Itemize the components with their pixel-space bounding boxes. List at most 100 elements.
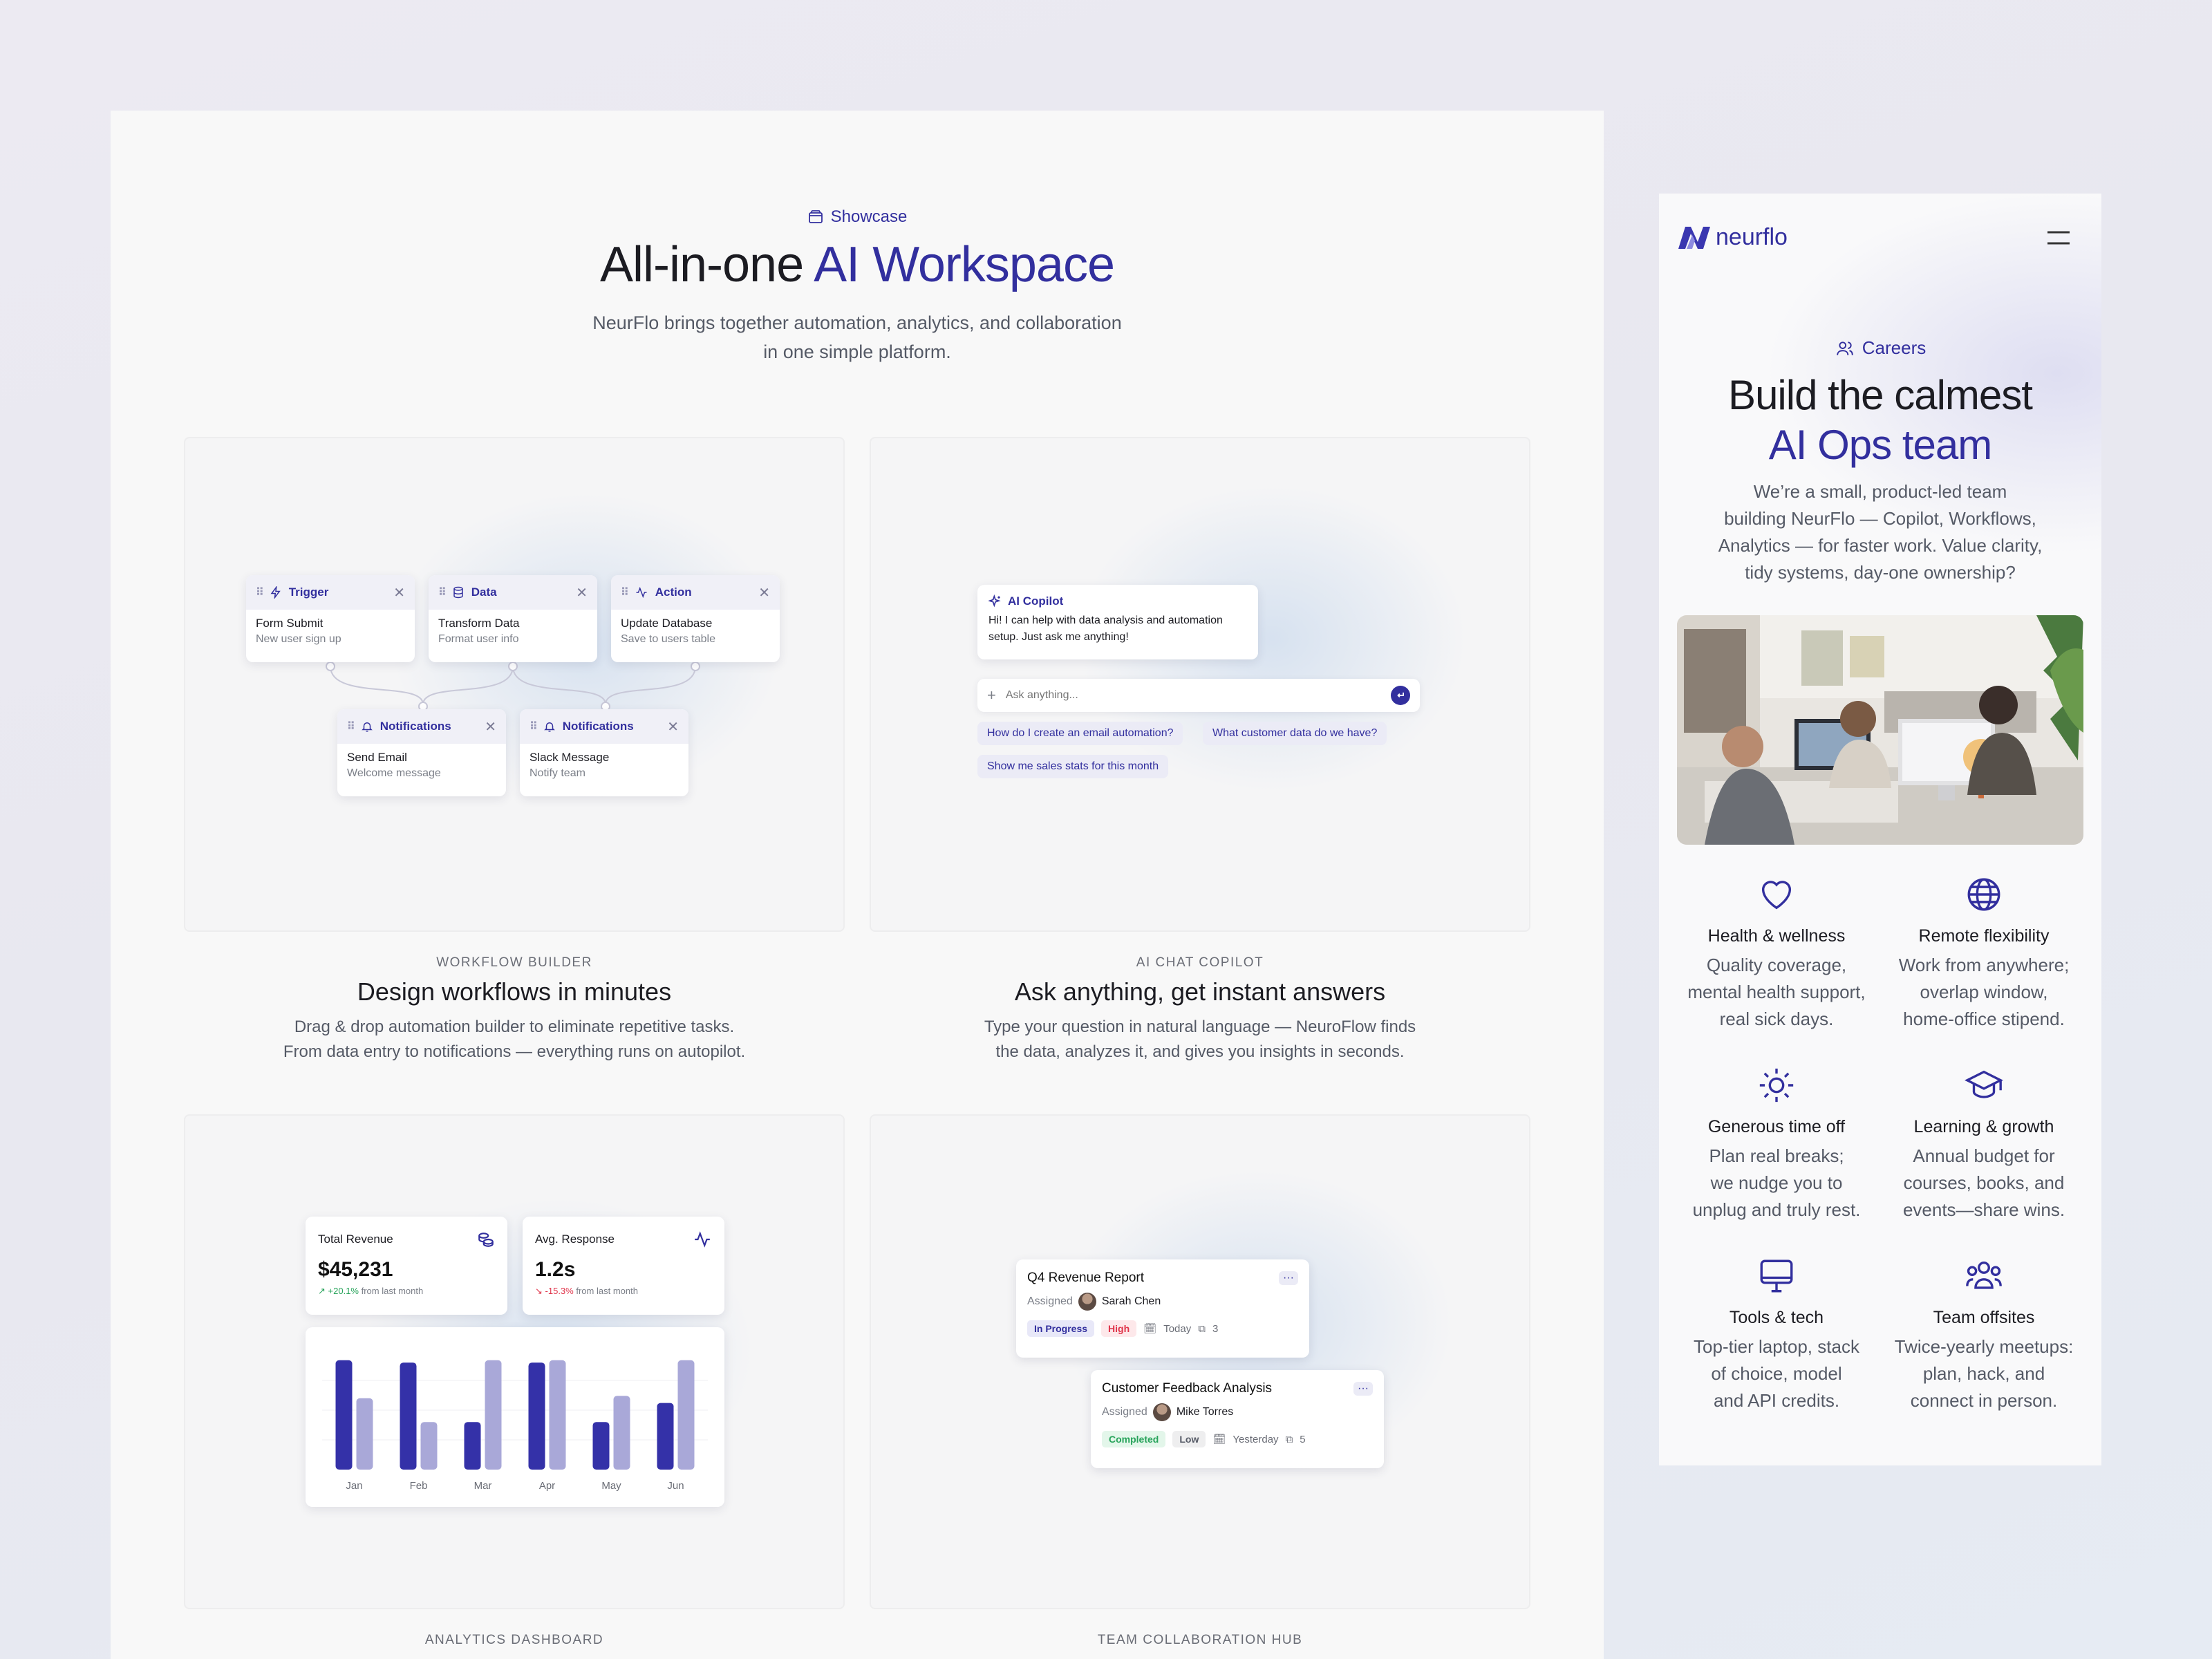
- benefit-line: home-office stipend.: [1903, 1009, 2065, 1029]
- status-badge: Completed: [1102, 1431, 1166, 1447]
- close-icon[interactable]: ✕: [667, 718, 679, 735]
- chart-x-tick-label: Mar: [474, 1480, 492, 1492]
- send-button[interactable]: [1391, 686, 1410, 705]
- benefit-offsites: Team offsites Twice-yearly meetups: plan,…: [1880, 1254, 2088, 1414]
- chart-bar: [549, 1360, 566, 1470]
- drag-handle-icon[interactable]: ⠿: [529, 720, 538, 733]
- menu-button[interactable]: [2046, 228, 2071, 251]
- sun-icon: [1759, 1068, 1794, 1103]
- more-options-button[interactable]: ···: [1353, 1382, 1373, 1396]
- chart-bar: [400, 1362, 417, 1470]
- drag-handle-icon[interactable]: ⠿: [438, 585, 447, 599]
- chart-x-tick-label: Feb: [410, 1480, 428, 1492]
- workflow-node-subtitle: Notify team: [529, 767, 585, 779]
- stat-delta-suffix: from last month: [576, 1286, 638, 1296]
- chart-bar: [613, 1396, 630, 1470]
- stat-label: Avg. Response: [535, 1232, 615, 1246]
- workflow-node-trigger[interactable]: ⠿ Trigger ✕ Form Submit New user sign up: [246, 575, 415, 662]
- benefit-line: Annual budget for: [1913, 1145, 2055, 1166]
- workflow-node-slack[interactable]: ⠿ Notifications ✕ Slack Message Notify tea…: [520, 709, 688, 796]
- plus-icon[interactable]: +: [987, 686, 996, 704]
- close-icon[interactable]: ✕: [576, 584, 588, 601]
- comment-count: 3: [1212, 1322, 1219, 1335]
- copilot-label: AI Copilot: [1008, 594, 1064, 608]
- workflow-node-type: Notifications: [562, 720, 634, 733]
- workflow-node-type: Notifications: [379, 720, 451, 733]
- analytics-card: Total Revenue $45,231 ↗ +20.1% from last…: [184, 1114, 845, 1609]
- bell-icon: [543, 722, 555, 732]
- suggestion-chip[interactable]: How do I create an email automation?: [977, 722, 1183, 745]
- stat-value: $45,231: [318, 1258, 393, 1281]
- workflow-node-action[interactable]: ⠿ Action ✕ Update Database Save to users t…: [611, 575, 780, 662]
- workflow-node-title: Form Submit: [256, 617, 324, 630]
- collaboration-card: Q4 Revenue Report ··· Assigned Sarah Chen…: [870, 1114, 1530, 1609]
- workflow-node-subtitle: Save to users table: [621, 633, 715, 645]
- bell-icon: [361, 722, 373, 732]
- drag-handle-icon[interactable]: ⠿: [256, 585, 264, 599]
- bar-chart-card: Jan Feb Mar Apr May Jun: [306, 1327, 724, 1507]
- workflow-node-data[interactable]: ⠿ Data ✕ Transform Data Format user info: [429, 575, 597, 662]
- benefit-line: courses, books, and: [1903, 1172, 2065, 1193]
- chat-input[interactable]: [1005, 689, 1381, 702]
- suggestion-chip[interactable]: What customer data do we have?: [1203, 722, 1387, 745]
- feature-description-line: From data entry to notifications — every…: [283, 1042, 746, 1061]
- chart-bar: [464, 1422, 481, 1470]
- team-photo: [1677, 615, 2083, 845]
- workflow-node-email[interactable]: ⠿ Notifications ✕ Send Email Welcome messa…: [337, 709, 506, 796]
- comment-count: 5: [1300, 1433, 1306, 1445]
- benefit-title: Remote flexibility: [1918, 926, 2050, 946]
- benefit-time-off: Generous time off Plan real breaks; we nu…: [1673, 1063, 1880, 1224]
- benefit-learning: Learning & growth Annual budget for cours…: [1880, 1063, 2088, 1224]
- workflow-node-subtitle: New user sign up: [256, 633, 341, 645]
- workflow-node-subtitle: Format user info: [438, 633, 519, 645]
- chart-bar: [592, 1422, 610, 1470]
- chart-x-tick-label: May: [601, 1480, 621, 1492]
- benefit-line: mental health support,: [1687, 982, 1866, 1002]
- workflow-connectors: [326, 662, 700, 711]
- benefit-title: Team offsites: [1933, 1308, 2035, 1327]
- task-title: Q4 Revenue Report: [1027, 1271, 1144, 1285]
- assigned-label: Assigned: [1027, 1295, 1073, 1307]
- showcase-title: All-in-one AI Workspace: [111, 236, 1604, 293]
- benefit-line: Quality coverage,: [1706, 955, 1847, 975]
- team-photo-illustration: [1677, 615, 2083, 845]
- careers-eyebrow-label: Careers: [1862, 337, 1927, 358]
- monitor-icon: [1760, 1259, 1793, 1293]
- more-options-button[interactable]: ···: [1279, 1271, 1298, 1285]
- stat-delta-value: +20.1%: [328, 1286, 359, 1296]
- workflow-node-type: Data: [471, 585, 497, 599]
- suggestion-chip[interactable]: Show me sales stats for this month: [977, 755, 1169, 778]
- task-card[interactable]: Q4 Revenue Report ··· Assigned Sarah Chen…: [1016, 1259, 1309, 1358]
- close-icon[interactable]: ✕: [758, 584, 770, 601]
- benefit-line: Top-tier laptop, stack: [1694, 1336, 1859, 1357]
- benefit-line: unplug and truly rest.: [1692, 1199, 1861, 1220]
- bolt-icon: [270, 586, 281, 599]
- feature-title: Ask anything, get instant answers: [1014, 977, 1386, 1006]
- comments-icon: ⧉: [1198, 1322, 1206, 1335]
- due-date: Today: [1163, 1322, 1192, 1335]
- copilot-message-line: setup. Just ask me anything!: [988, 631, 1129, 643]
- close-icon[interactable]: ✕: [485, 718, 496, 735]
- priority-badge: High: [1101, 1320, 1137, 1337]
- benefit-line: plan, hack, and: [1922, 1363, 2045, 1384]
- feature-label: WORKFLOW BUILDER: [436, 955, 592, 970]
- chat-input-bar[interactable]: +: [977, 679, 1420, 712]
- brand-logo[interactable]: neurflo: [1677, 224, 1788, 251]
- close-icon[interactable]: ✕: [393, 584, 405, 601]
- benefit-line: Twice-yearly meetups:: [1894, 1336, 2074, 1357]
- stat-value: 1.2s: [535, 1258, 576, 1281]
- drag-handle-icon[interactable]: ⠿: [621, 585, 629, 599]
- showcase-panel: Showcase All-in-one AI Workspace NeurFlo…: [111, 111, 1604, 1659]
- copilot-message-line: Hi! I can help with data analysis and au…: [988, 615, 1223, 626]
- chart-bar: [677, 1360, 695, 1470]
- stat-delta: ↗ +20.1% from last month: [318, 1286, 495, 1297]
- showcase-subtitle: NeurFlo brings together automation, anal…: [111, 308, 1604, 366]
- task-card[interactable]: Customer Feedback Analysis ··· Assigned M…: [1091, 1370, 1384, 1468]
- assigned-label: Assigned: [1102, 1406, 1147, 1418]
- drag-handle-icon[interactable]: ⠿: [347, 720, 355, 733]
- feature-description: Drag & drop automation builder to elimin…: [184, 1015, 845, 1065]
- workflow-node-title: Send Email: [347, 751, 407, 764]
- feature-label: AI CHAT COPILOT: [1136, 955, 1264, 970]
- feature-description-line: Type your question in natural language —…: [984, 1018, 1416, 1036]
- careers-title: Build the calmest AI Ops team: [1659, 371, 2101, 470]
